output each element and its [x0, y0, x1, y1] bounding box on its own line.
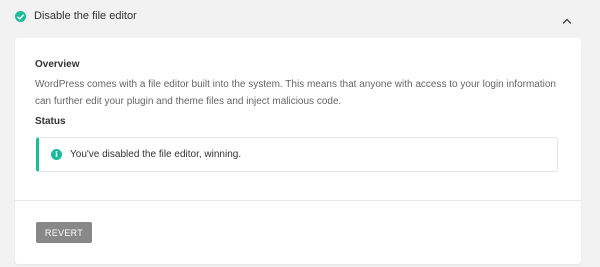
divider: [15, 200, 581, 201]
status-notice: i You've disabled the file editor, winni…: [36, 137, 558, 172]
check-circle-icon: [15, 11, 26, 22]
overview-heading: Overview: [35, 59, 80, 70]
status-heading: Status: [35, 116, 66, 127]
tweak-details-panel: Overview WordPress comes with a file edi…: [15, 38, 581, 264]
overview-description: WordPress comes with a file editor built…: [35, 79, 556, 107]
status-notice-text: You've disabled the file editor, winning…: [70, 149, 242, 160]
revert-button[interactable]: REVERT: [36, 222, 92, 243]
tweak-header[interactable]: Disable the file editor: [0, 0, 600, 34]
tweak-title: Disable the file editor: [34, 10, 137, 22]
chevron-up-icon[interactable]: [562, 12, 572, 24]
info-icon: i: [51, 149, 62, 160]
